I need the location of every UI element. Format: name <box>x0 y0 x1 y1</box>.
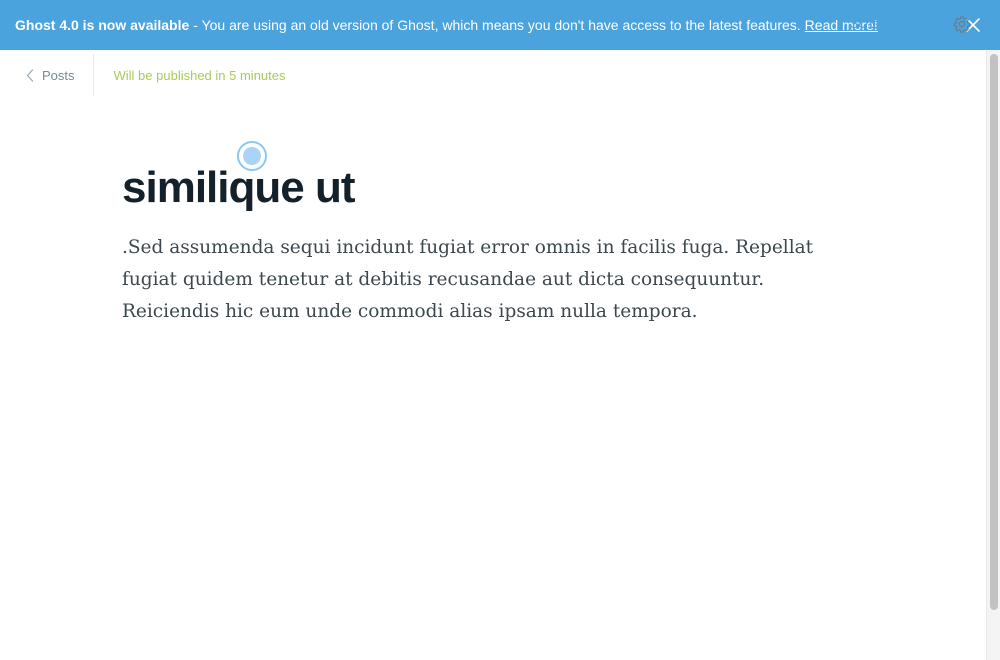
chevron-left-icon <box>26 68 34 82</box>
scheduled-label: Scheduled <box>850 16 912 31</box>
settings-gear-icon[interactable] <box>953 15 971 33</box>
publish-status: Will be published in 5 minutes <box>113 67 286 83</box>
scrollbar[interactable] <box>986 50 1000 660</box>
post-title[interactable]: similique ut <box>122 162 355 214</box>
banner-title: Ghost 4.0 is now available <box>15 17 190 33</box>
back-to-posts-link[interactable]: Posts <box>0 54 94 96</box>
editor-header: Posts Will be published in 5 minutes <box>0 50 986 100</box>
scrollbar-thumb[interactable] <box>990 54 998 610</box>
chevron-down-icon <box>914 20 924 26</box>
post-body[interactable]: .Sed assumenda sequi incidunt fugiat err… <box>122 232 862 328</box>
back-label: Posts <box>42 67 75 83</box>
banner-message: - You are using an old version of Ghost,… <box>193 17 801 33</box>
scheduled-dropdown[interactable]: Scheduled <box>850 16 924 31</box>
